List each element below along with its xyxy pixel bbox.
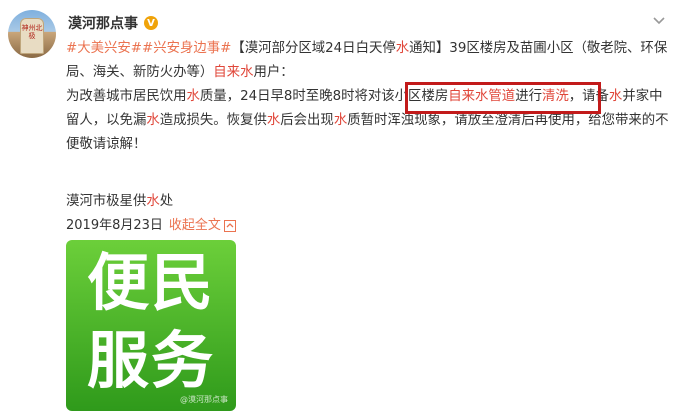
service-image[interactable]: 便民 服务 @漠河那点事 xyxy=(66,240,236,411)
highlight-text: 水 xyxy=(333,113,348,128)
highlight-text: 水 xyxy=(608,89,623,104)
collapse-button[interactable]: 收起全文 xyxy=(169,214,236,238)
signature: 漠河市极星供水处 xyxy=(66,190,173,214)
highlight-text: 水 xyxy=(395,41,410,56)
image-watermark: @漠河那点事 xyxy=(180,395,228,404)
post-text-span: 【漠河部分区域24日白天停 xyxy=(231,41,396,56)
user-header: 漠河那点事 V xyxy=(68,13,158,33)
annotation-box xyxy=(405,82,601,114)
collapse-arrow-icon xyxy=(223,220,236,232)
signature-prefix: 漠河市极星供 xyxy=(66,194,147,209)
post-date: 2019年8月23日 xyxy=(66,218,163,233)
post-text-span: 用户： xyxy=(253,65,294,80)
hashtag-link[interactable]: #大美兴安##兴安身边事# xyxy=(66,41,231,56)
user-name[interactable]: 漠河那点事 xyxy=(68,13,138,33)
post-text-span: 后会出现 xyxy=(280,113,334,128)
post-text-span: 造成损失。恢复供 xyxy=(159,113,267,128)
collapse-label: 收起全文 xyxy=(168,218,221,233)
avatar[interactable]: 神州北极 xyxy=(8,10,56,58)
avatar-stone-text: 神州北极 xyxy=(21,24,43,40)
signature-highlight: 水 xyxy=(146,194,160,209)
post-text-span: 为改善城市居民饮用 xyxy=(66,89,187,104)
service-image-line2: 服务 xyxy=(86,324,215,397)
post-meta: 2019年8月23日 收起全文 xyxy=(66,214,236,238)
chevron-down-icon[interactable] xyxy=(651,12,667,28)
highlight-text: 自来水 xyxy=(213,65,254,80)
service-image-text: 便民 服务 xyxy=(66,244,236,400)
service-image-line1: 便民 xyxy=(86,246,215,319)
highlight-text: 水 xyxy=(266,113,281,128)
signature-suffix: 处 xyxy=(159,194,174,209)
highlight-text: 水 xyxy=(186,89,200,104)
verified-icon: V xyxy=(144,16,158,30)
avatar-stone: 神州北极 xyxy=(20,18,44,54)
highlight-text: 水 xyxy=(146,113,160,128)
